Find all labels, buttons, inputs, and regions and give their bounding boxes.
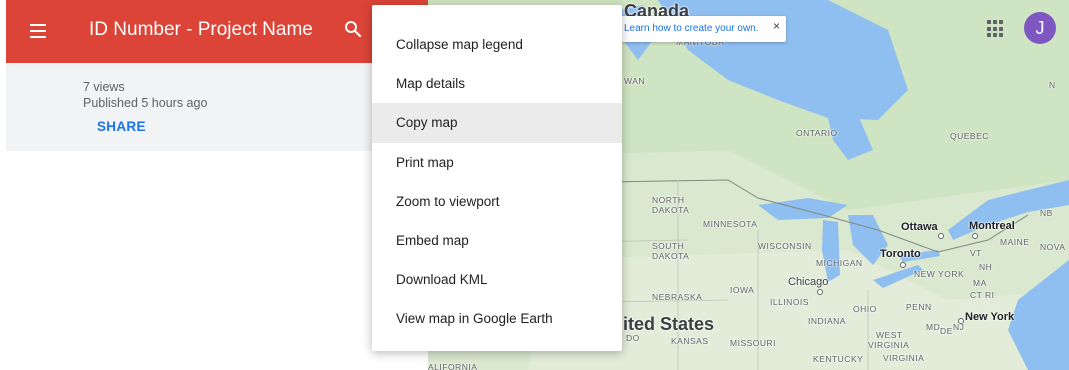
learn-tooltip: Learn how to create your own. ×	[618, 16, 786, 42]
map-label-ottawa: Ottawa	[901, 221, 938, 233]
map-label-west-virginia-2: VIRGINIA	[868, 340, 910, 350]
map-label-md: MD	[926, 322, 941, 332]
map-label-west-virginia-1: WEST	[876, 330, 903, 340]
close-icon[interactable]: ×	[773, 19, 780, 33]
map-label-iowa: IOWA	[730, 285, 755, 295]
map-label-toronto: Toronto	[880, 248, 921, 260]
map-label-south-dakota-1: SOUTH	[652, 241, 685, 251]
map-label-kentucky: KENTUCKY	[813, 354, 864, 364]
map-label-chicago: Chicago	[788, 276, 829, 288]
map-label-north-dakota-1: NORTH	[652, 195, 685, 205]
map-label-illinois: ILLINOIS	[770, 297, 809, 307]
map-label-maine: MAINE	[1000, 237, 1030, 247]
map-label-michigan: MICHIGAN	[816, 258, 863, 268]
published-time: Published 5 hours ago	[83, 96, 208, 110]
map-label-minnesota: MINNESOTA	[703, 219, 758, 229]
map-label-indiana: INDIANA	[808, 316, 846, 326]
map-label-penn: PENN	[906, 302, 932, 312]
search-icon[interactable]	[344, 20, 362, 38]
map-info-panel: 7 views Published 5 hours ago SHARE	[6, 63, 428, 151]
map-label-nova: NOVA	[1040, 242, 1066, 252]
menu-item-map-details[interactable]: Map details	[372, 64, 622, 103]
map-label-montreal: Montreal	[969, 220, 1015, 232]
map-label-de: DE	[940, 326, 953, 336]
menu-item-print-map[interactable]: Print map	[372, 143, 622, 182]
map-label-north-dakota-2: DAKOTA	[652, 205, 690, 215]
map-label-new-york-city: New York	[965, 311, 1015, 323]
menu-item-embed-map[interactable]: Embed map	[372, 221, 622, 260]
map-label-ontario: ONTARIO	[796, 128, 838, 138]
map-label-quebec: QUEBEC	[950, 131, 989, 141]
map-label-vt: VT	[970, 248, 982, 258]
map-label-ct-ri: CT RI	[970, 290, 995, 300]
map-label-nj: NJ	[953, 322, 965, 332]
map-label-virginia: VIRGINIA	[883, 353, 925, 363]
map-label-ma: MA	[973, 278, 987, 288]
toronto-dot	[900, 262, 906, 268]
map-label-n-edge: N	[1049, 80, 1056, 90]
map-label-kansas: KANSAS	[671, 336, 709, 346]
apps-grid-icon[interactable]	[987, 20, 1005, 38]
map-label-ohio: OHIO	[853, 304, 877, 314]
share-button[interactable]: SHARE	[97, 119, 146, 134]
menu-item-download-kml[interactable]: Download KML	[372, 260, 622, 299]
chicago-dot	[817, 289, 823, 295]
map-label-nh: NH	[979, 262, 993, 272]
project-header: ID Number - Project Name	[6, 0, 428, 63]
project-title[interactable]: ID Number - Project Name	[89, 19, 313, 41]
map-label-nb: NB	[1040, 208, 1053, 218]
avatar[interactable]: J	[1024, 12, 1056, 44]
options-menu: Collapse map legend Map details Copy map…	[372, 5, 622, 351]
map-label-california: ALIFORNIA	[428, 362, 478, 370]
map-label-new-york-state: NEW YORK	[914, 269, 965, 279]
menu-item-zoom-to-viewport[interactable]: Zoom to viewport	[372, 182, 622, 221]
ottawa-dot	[938, 233, 944, 239]
map-label-nebraska: NEBRASKA	[652, 292, 703, 302]
map-label-wan: WAN	[624, 76, 646, 86]
montreal-dot	[972, 233, 978, 239]
hamburger-menu-icon[interactable]	[30, 24, 46, 38]
menu-item-collapse-map-legend[interactable]: Collapse map legend	[372, 25, 622, 64]
map-label-united-states: ited States	[623, 314, 715, 334]
map-label-wisconsin: WISCONSIN	[758, 241, 812, 251]
views-count: 7 views	[83, 80, 125, 94]
map-label-do: DO	[626, 333, 640, 343]
menu-item-copy-map[interactable]: Copy map	[372, 103, 622, 143]
map-label-south-dakota-2: DAKOTA	[652, 251, 690, 261]
map-label-missouri: MISSOURI	[730, 338, 777, 348]
learn-tooltip-link[interactable]: Learn how to create your own.	[624, 23, 759, 34]
menu-item-view-in-google-earth[interactable]: View map in Google Earth	[372, 299, 622, 338]
